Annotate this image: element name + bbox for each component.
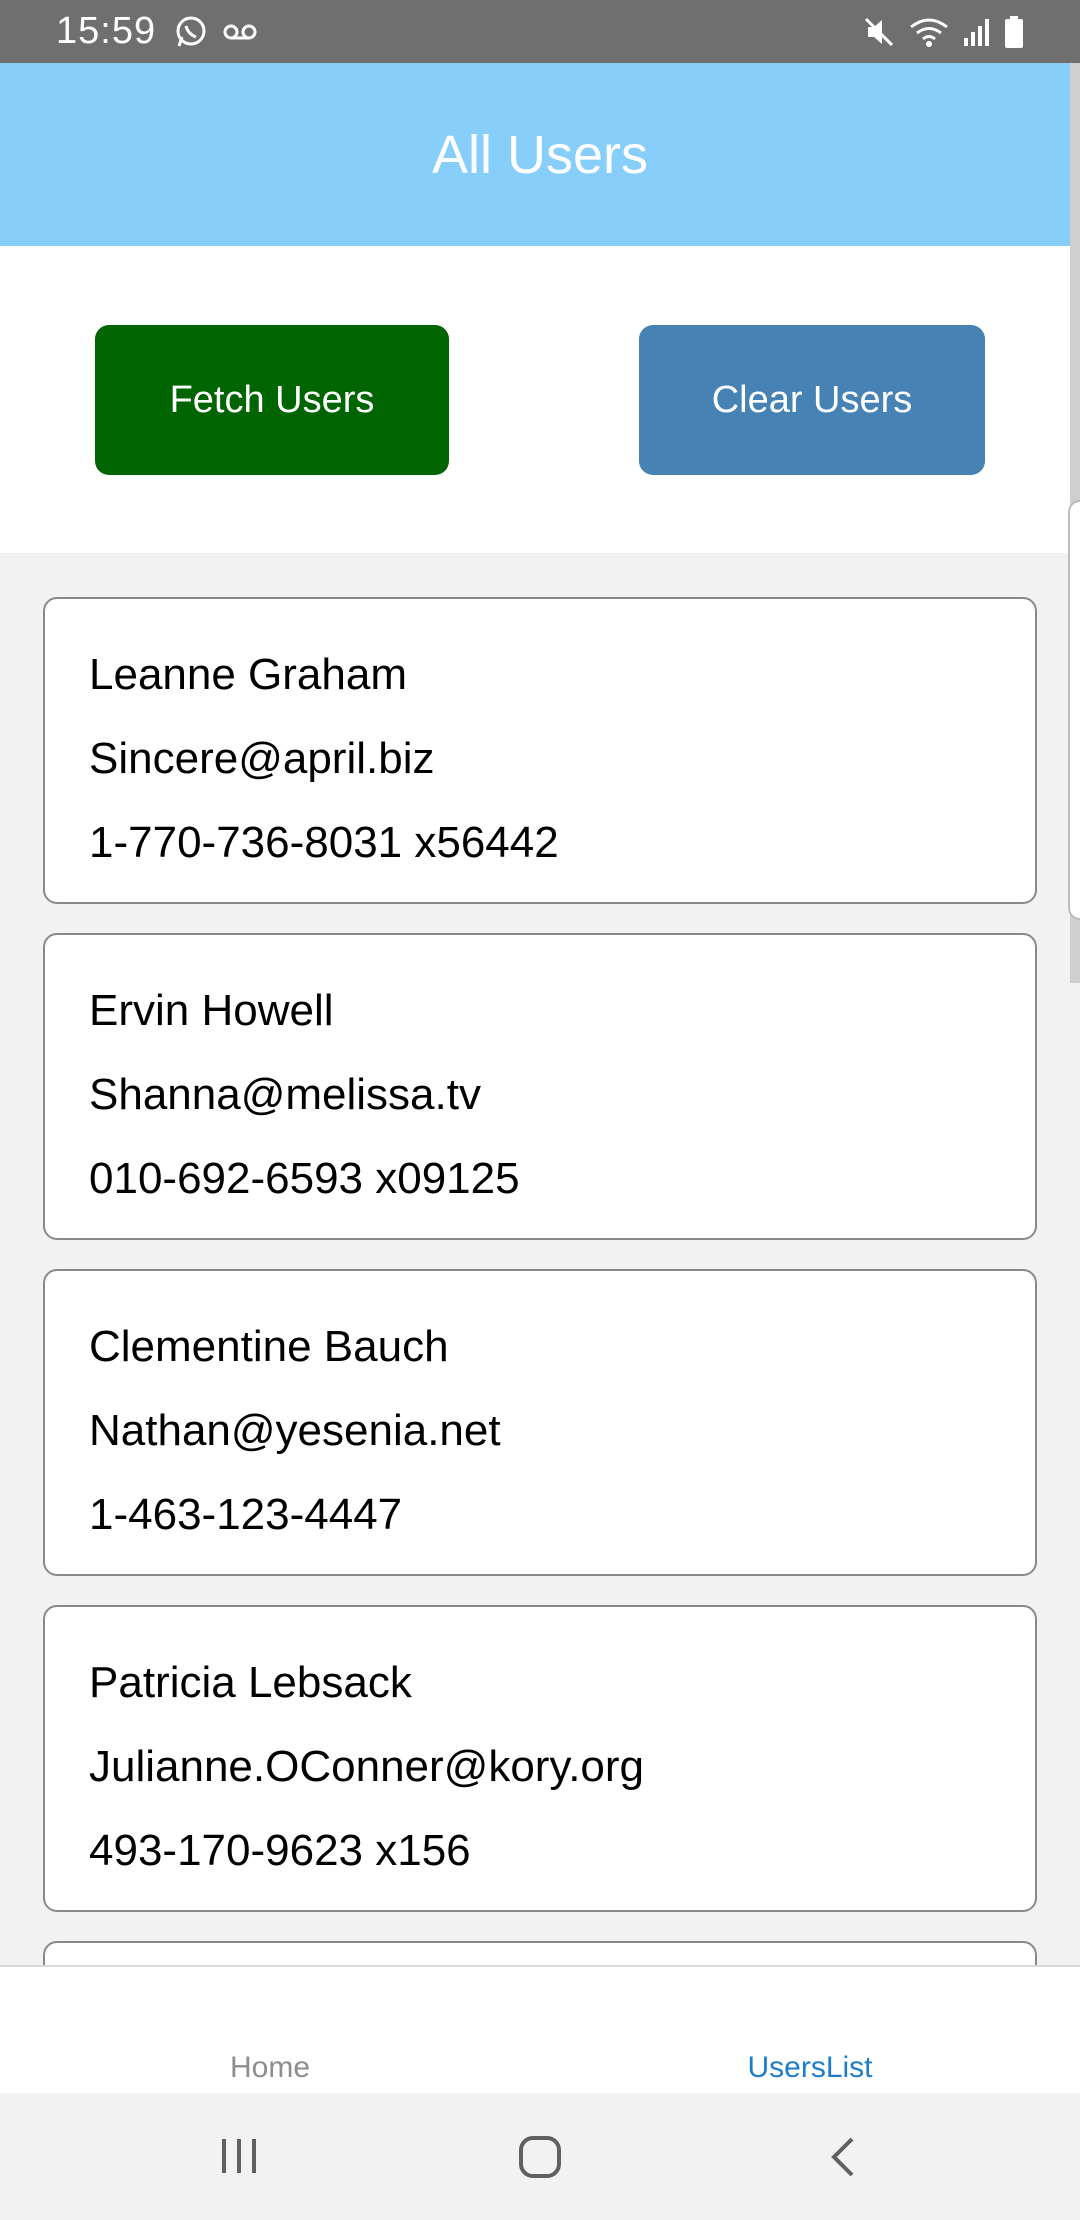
user-card-partial[interactable] (43, 1941, 1037, 1965)
user-card[interactable]: Clementine Bauch Nathan@yesenia.net 1-46… (43, 1269, 1037, 1576)
user-name: Patricia Lebsack (89, 1658, 412, 1707)
user-phone: 010-692-6593 x09125 (89, 1154, 520, 1203)
fetch-users-button[interactable]: Fetch Users (95, 325, 449, 475)
user-card[interactable]: Ervin Howell Shanna@melissa.tv 010-692-6… (43, 933, 1037, 1240)
user-list[interactable]: Leanne Graham Sincere@april.biz 1-770-73… (0, 553, 1070, 1965)
user-name: Clementine Bauch (89, 1322, 449, 1371)
system-nav-bar (0, 2093, 1080, 2220)
user-email: Nathan@yesenia.net (89, 1406, 501, 1455)
user-phone: 493-170-9623 x156 (89, 1826, 471, 1875)
user-phone: 1-770-736-8031 x56442 (89, 818, 559, 867)
voicemail-icon (222, 22, 258, 42)
user-card[interactable]: Patricia Lebsack Julianne.OConner@kory.o… (43, 1605, 1037, 1912)
recent-apps-icon[interactable] (218, 2135, 260, 2182)
mute-icon (862, 15, 896, 49)
user-name: Ervin Howell (89, 986, 334, 1035)
wifi-icon (908, 15, 950, 49)
page-title: All Users (431, 124, 649, 185)
user-card[interactable]: Leanne Graham Sincere@april.biz 1-770-73… (43, 597, 1037, 904)
user-email: Sincere@april.biz (89, 734, 435, 783)
user-phone: 1-463-123-4447 (89, 1490, 403, 1539)
home-icon[interactable] (518, 2135, 562, 2184)
user-email: Julianne.OConner@kory.org (89, 1742, 645, 1791)
app-header: All Users (0, 63, 1080, 246)
tab-home[interactable]: Home (0, 2051, 540, 2085)
action-panel: Fetch Users Clear Users (0, 246, 1070, 553)
user-name: Leanne Graham (89, 650, 407, 699)
status-bar: 15:59 (0, 0, 1080, 63)
user-email: Shanna@melissa.tv (89, 1070, 481, 1119)
edge-panel-handle[interactable] (1068, 500, 1080, 920)
whatsapp-icon (174, 15, 208, 49)
tab-bar: Home UsersList (0, 1965, 1080, 2093)
back-icon[interactable] (828, 2135, 858, 2184)
status-time: 15:59 (56, 10, 157, 52)
tab-userslist[interactable]: UsersList (540, 2051, 1080, 2085)
signal-icon (962, 16, 992, 48)
clear-users-button[interactable]: Clear Users (639, 325, 985, 475)
battery-icon (1004, 15, 1024, 49)
